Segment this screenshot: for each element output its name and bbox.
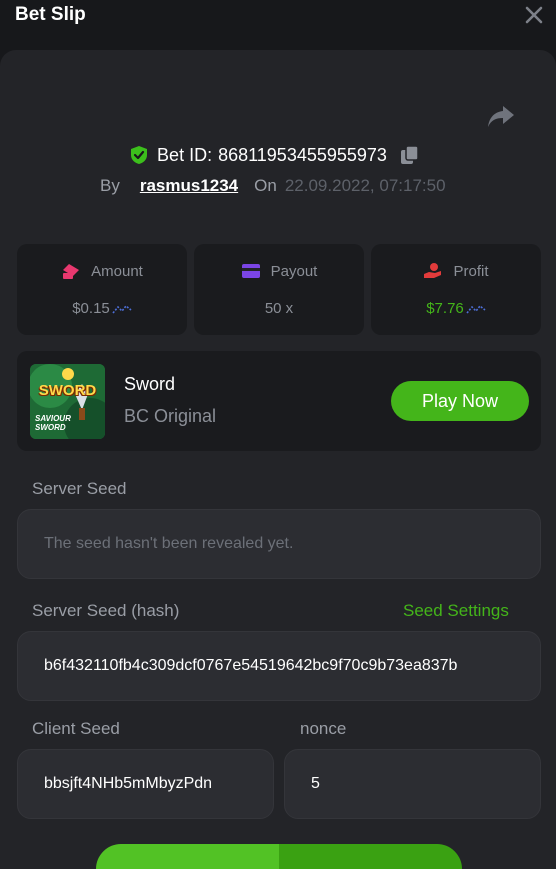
on-label: On (254, 176, 277, 195)
shield-check-icon (131, 146, 148, 164)
payout-value: 50 x (264, 300, 294, 317)
hand-coin-icon (424, 263, 442, 278)
trend-chart-icon[interactable] (466, 303, 486, 315)
payout-label: Payout (270, 262, 318, 280)
game-card: SWORD SAVIOUR SWORD Sword BC Original Pl… (17, 351, 541, 451)
amount-stat-card: Amount $0.15 (17, 244, 187, 335)
coins-icon (63, 264, 80, 279)
game-thumbnail[interactable]: SWORD SAVIOUR SWORD (30, 364, 105, 439)
game-provider: BC Original (124, 406, 217, 426)
header: Bet Slip (0, 0, 556, 50)
server-seed-label: Server Seed (32, 479, 127, 498)
verify-button[interactable] (96, 844, 462, 869)
bet-id-row: Bet ID: 86811953455955973 (0, 141, 556, 169)
bet-details-panel (0, 50, 556, 869)
bet-meta-row: By rasmus1234 On 22.09.2022, 07:17:50 (100, 174, 446, 198)
profit-value: $7.76 (426, 300, 464, 317)
bet-id-label: Bet ID: (157, 144, 213, 165)
game-thumbnail-title: SWORD (38, 382, 97, 399)
nonce-label: nonce (300, 719, 347, 738)
amount-value: $0.15 (72, 300, 110, 317)
server-seed-hash-field[interactable]: b6f432110fb4c309dcf0767e54519642bc9f70c9… (17, 631, 541, 701)
game-name: Sword (124, 374, 176, 394)
username-link[interactable]: rasmus1234 (140, 176, 238, 196)
share-icon[interactable] (486, 104, 516, 130)
game-thumbnail-subtitle: SAVIOUR SWORD (35, 414, 71, 432)
amount-label: Amount (91, 262, 143, 280)
play-now-button[interactable]: Play Now (391, 381, 529, 421)
bet-id-value: 86811953455955973 (218, 144, 387, 165)
card-icon (241, 264, 260, 278)
payout-stat-card: Payout 50 x (194, 244, 364, 335)
seed-settings-link[interactable]: Seed Settings (403, 601, 509, 621)
client-seed-label: Client Seed (32, 719, 120, 738)
close-icon[interactable] (522, 3, 546, 27)
profit-label: Profit (453, 262, 489, 280)
server-seed-hash-label: Server Seed (hash) (32, 601, 180, 620)
server-seed-field[interactable]: The seed hasn't been revealed yet. (17, 509, 541, 579)
bet-datetime: 22.09.2022, 07:17:50 (284, 176, 446, 195)
by-label: By (100, 176, 120, 195)
copy-icon[interactable] (399, 144, 421, 166)
profit-stat-card: Profit $7.76 (371, 244, 541, 335)
nonce-field[interactable]: 5 (284, 749, 541, 819)
page-title: Bet Slip (15, 4, 86, 25)
trend-chart-icon[interactable] (112, 303, 132, 315)
client-seed-field[interactable]: bbsjft4NHb5mMbyzPdn (17, 749, 274, 819)
